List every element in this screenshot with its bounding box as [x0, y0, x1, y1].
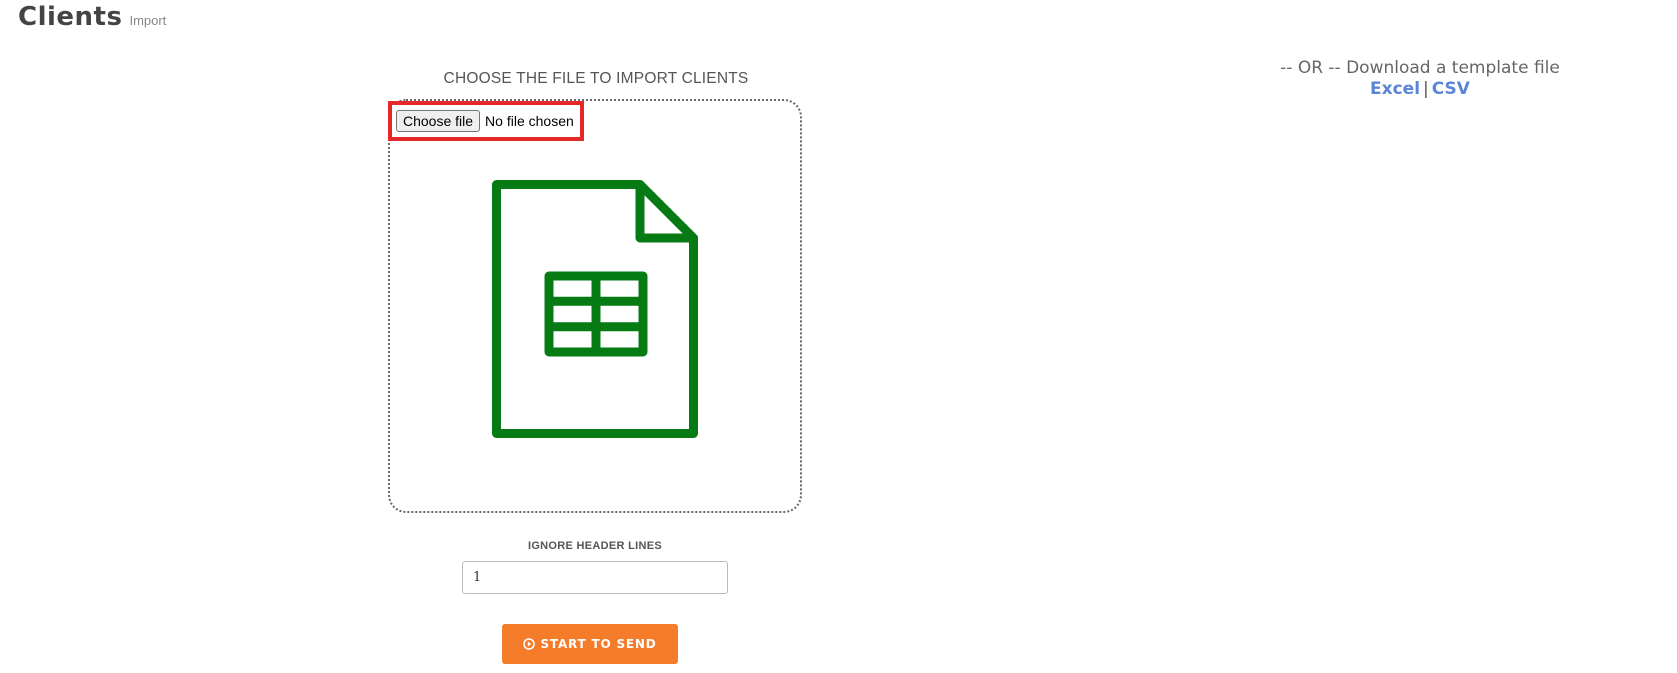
template-links: Excel | CSV [1220, 79, 1620, 99]
page-title: Clients [18, 2, 123, 32]
page-header: Clients Import [18, 2, 166, 32]
spreadsheet-file-icon [492, 180, 698, 438]
play-circle-icon [523, 638, 536, 650]
csv-template-link[interactable]: CSV [1432, 79, 1470, 99]
ignore-header-input[interactable] [462, 561, 728, 594]
page-subtitle: Import [129, 13, 167, 28]
start-to-send-label: START TO SEND [540, 637, 657, 651]
template-text: -- OR -- Download a template file [1280, 58, 1560, 78]
excel-template-link[interactable]: Excel [1370, 79, 1420, 99]
template-download: -- OR -- Download a template file Excel |… [1220, 58, 1620, 99]
link-separator: | [1423, 79, 1429, 99]
file-input[interactable]: Choose file No file chosen [388, 101, 584, 141]
start-to-send-button[interactable]: START TO SEND [502, 624, 678, 664]
upload-heading: CHOOSE THE FILE TO IMPORT CLIENTS [443, 70, 749, 87]
file-status-text: No file chosen [485, 113, 574, 129]
ignore-header-label: IGNORE HEADER LINES [527, 540, 663, 552]
choose-file-button[interactable]: Choose file [396, 110, 481, 132]
page: Clients Import CHOOSE THE FILE TO IMPORT… [0, 0, 1677, 673]
